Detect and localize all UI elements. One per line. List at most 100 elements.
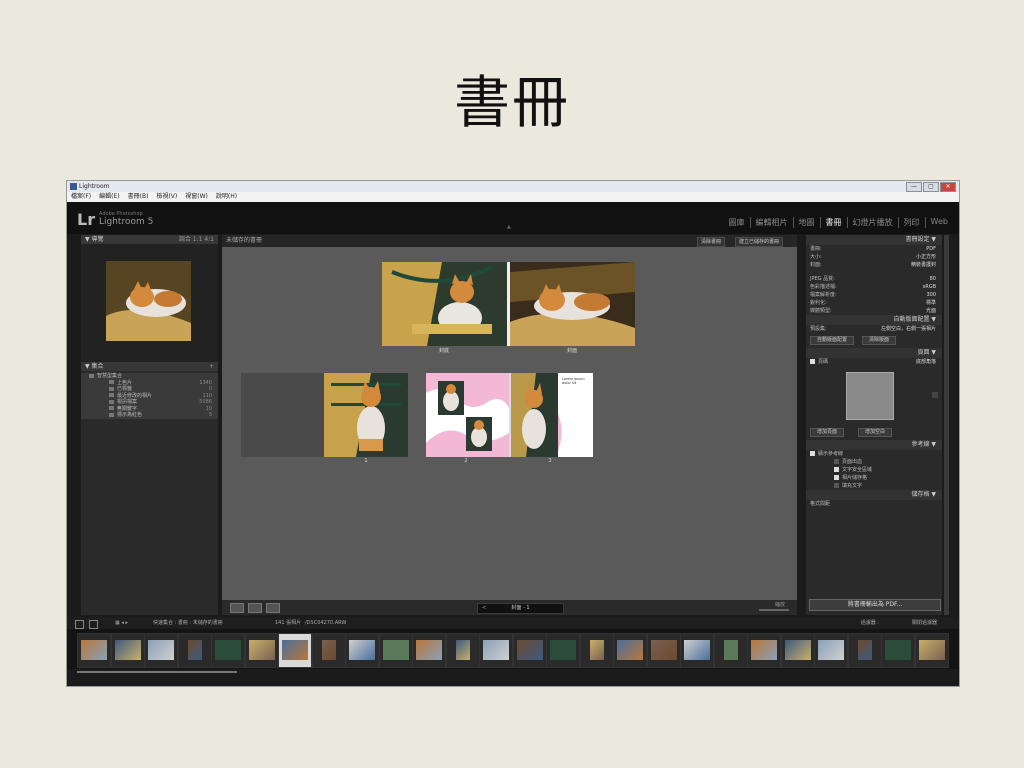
filmstrip-thumbnail[interactable] — [144, 633, 178, 668]
filmstrip-thumbnail[interactable] — [847, 633, 882, 668]
filmstrip-thumbnail[interactable] — [345, 633, 379, 668]
filmstrip-scrollbar[interactable] — [77, 671, 237, 673]
module-map[interactable]: 地圖 — [792, 217, 820, 228]
filmstrip-thumbnail[interactable] — [311, 633, 346, 668]
module-web[interactable]: Web — [924, 217, 953, 228]
module-print[interactable]: 列印 — [897, 217, 925, 228]
guide-filler-text-checkbox[interactable] — [834, 483, 839, 488]
book-cover-row[interactable]: 封面: 精裝書護封 — [806, 261, 942, 269]
guide-bleed-row[interactable]: 頁面出血 — [806, 458, 942, 466]
navigator-preview[interactable] — [81, 244, 218, 362]
add-blank-button[interactable]: 增加空白 — [858, 428, 893, 437]
filmstrip-thumbnail[interactable] — [110, 633, 145, 668]
filmstrip-thumbnail[interactable] — [646, 633, 681, 668]
maximize-button[interactable]: ▢ — [923, 182, 939, 192]
guides-header[interactable]: 參考線 ▼ — [806, 440, 942, 450]
collections-header[interactable]: ▼ 集合 + — [81, 362, 218, 371]
filmstrip-thumbnail[interactable] — [613, 633, 647, 668]
right-panel-scrollbar[interactable] — [944, 235, 949, 615]
color-profile-row[interactable]: 色彩描述檔: sRGB — [806, 283, 942, 291]
filmstrip-thumbnail[interactable] — [512, 633, 547, 668]
menu-edit[interactable]: 編輯(E) — [99, 192, 119, 202]
page-number-checkbox[interactable] — [810, 359, 815, 364]
export-pdf-button[interactable]: 將書冊輸出為 PDF... — [809, 599, 941, 611]
filmstrip-thumbnail[interactable] — [579, 633, 614, 668]
page-header[interactable]: 頁面 ▼ — [806, 348, 942, 358]
menu-book[interactable]: 書冊(B) — [128, 192, 149, 202]
guide-text-safe-row[interactable]: 文字安全區域 — [806, 466, 942, 474]
page-navigator[interactable]: < 封面 - 1 — [477, 603, 564, 614]
filmstrip-thumbnail[interactable] — [278, 633, 312, 668]
filmstrip-thumbnail[interactable] — [244, 633, 279, 668]
page-number-3: 3 — [548, 458, 552, 464]
filmstrip-thumbnail[interactable] — [445, 633, 480, 668]
add-collection-icon[interactable]: + — [209, 362, 214, 371]
filmstrip-thumbnail[interactable] — [211, 633, 245, 668]
multi-page-view-button[interactable] — [230, 603, 244, 613]
show-guides-checkbox[interactable] — [810, 451, 815, 456]
zoom-slider[interactable] — [759, 609, 789, 611]
clear-book-button[interactable]: 清除書冊 — [697, 237, 726, 247]
filmstrip-thumbnail[interactable] — [713, 633, 748, 668]
filmstrip-thumbnail[interactable] — [814, 633, 848, 668]
module-develop[interactable]: 編輯相片 — [749, 217, 793, 228]
filmstrip-thumbnail[interactable] — [747, 633, 781, 668]
single-page-view-button[interactable] — [266, 603, 280, 613]
collection-item[interactable]: 標示為紅色 5 — [81, 412, 218, 419]
menu-window[interactable]: 視窗(W) — [185, 192, 208, 202]
filter-dropdown[interactable]: 關閉過濾器 — [912, 617, 937, 629]
filmstrip-thumbnail[interactable] — [77, 633, 111, 668]
navigator-zoom-controls[interactable]: 調合 1:1 4:1 — [179, 235, 214, 244]
module-book[interactable]: 書冊 — [819, 217, 847, 228]
filmstrip-thumbnail[interactable] — [881, 633, 915, 668]
guide-photo-cells-row[interactable]: 相片儲存格 — [806, 474, 942, 482]
book-settings-header[interactable]: 書冊設定 ▼ — [806, 235, 942, 245]
page-number-row[interactable]: 頁碼 底部角落 — [806, 358, 942, 366]
guide-text-safe-checkbox[interactable] — [834, 467, 839, 472]
page-spread-2-3[interactable] — [426, 373, 593, 457]
template-menu-icon[interactable] — [932, 392, 938, 398]
collapse-top-icon[interactable]: ▲ — [507, 224, 511, 230]
auto-layout-button[interactable]: 自動版面配置 — [810, 336, 855, 345]
guide-filler-text-row[interactable]: 填充文字 — [806, 482, 942, 490]
filmstrip-thumbnail[interactable] — [914, 633, 949, 668]
add-page-button[interactable]: 增加頁面 — [810, 428, 845, 437]
sharpening-row[interactable]: 銳利化: 標準 — [806, 299, 942, 307]
filmstrip-thumbnail[interactable] — [546, 633, 580, 668]
module-library[interactable]: 圖庫 — [724, 217, 750, 228]
preset-row[interactable]: 預設集: 左側空白，右側一張相片 — [806, 325, 942, 333]
media-type-row[interactable]: 媒體類型: 光面 — [806, 307, 942, 315]
show-guides-row[interactable]: 顯示參考線 — [806, 450, 942, 458]
filmstrip-thumbnail[interactable] — [412, 633, 446, 668]
filmstrip-thumbnail[interactable] — [177, 633, 212, 668]
filmstrip-thumbnail[interactable] — [479, 633, 513, 668]
jpeg-quality-row[interactable]: JPEG 品質: 80 — [806, 275, 942, 283]
create-saved-book-button[interactable]: 建立已儲存的書冊 — [735, 237, 784, 247]
file-resolution-row[interactable]: 檔案解析度: 300 — [806, 291, 942, 299]
page-spread-1[interactable] — [241, 373, 408, 457]
filmstrip-thumbnail[interactable] — [780, 633, 815, 668]
guide-photo-cells-checkbox[interactable] — [834, 475, 839, 480]
cells-padding-row[interactable]: 格式間距 — [806, 500, 942, 508]
filmstrip-thumbnail[interactable] — [378, 633, 413, 668]
minimize-button[interactable]: — — [906, 182, 922, 192]
guide-bleed-checkbox[interactable] — [834, 459, 839, 464]
menu-help[interactable]: 說明(H) — [216, 192, 237, 202]
menu-view[interactable]: 檢視(V) — [156, 192, 177, 202]
grid-icon[interactable]: ▦ ◂ ▸ — [115, 617, 128, 629]
filmstrip-thumbnail[interactable] — [680, 633, 714, 668]
book-size-row[interactable]: 大小: 小正方形 — [806, 253, 942, 261]
clear-layout-button[interactable]: 清除版面 — [862, 336, 897, 345]
auto-layout-header[interactable]: 自動版面配置 ▼ — [806, 315, 942, 325]
cells-header[interactable]: 儲存格 ▼ — [806, 490, 942, 500]
page-template-thumb[interactable] — [846, 372, 894, 420]
navigator-header[interactable]: ▼ 導覽 調合 1:1 4:1 — [81, 235, 218, 244]
filmstrip-source[interactable]: 快速集合 : 書冊 : 未儲存的書冊 — [153, 617, 223, 629]
spread-view-button[interactable] — [248, 603, 262, 613]
close-button[interactable]: ✕ — [940, 182, 956, 192]
module-slideshow[interactable]: 幻燈片播放 — [846, 217, 898, 228]
cover-spread[interactable] — [382, 262, 635, 346]
menu-file[interactable]: 檔案(F) — [71, 192, 91, 202]
previous-page-icon[interactable]: < — [482, 604, 486, 613]
book-type-row[interactable]: 書冊: PDF — [806, 245, 942, 253]
